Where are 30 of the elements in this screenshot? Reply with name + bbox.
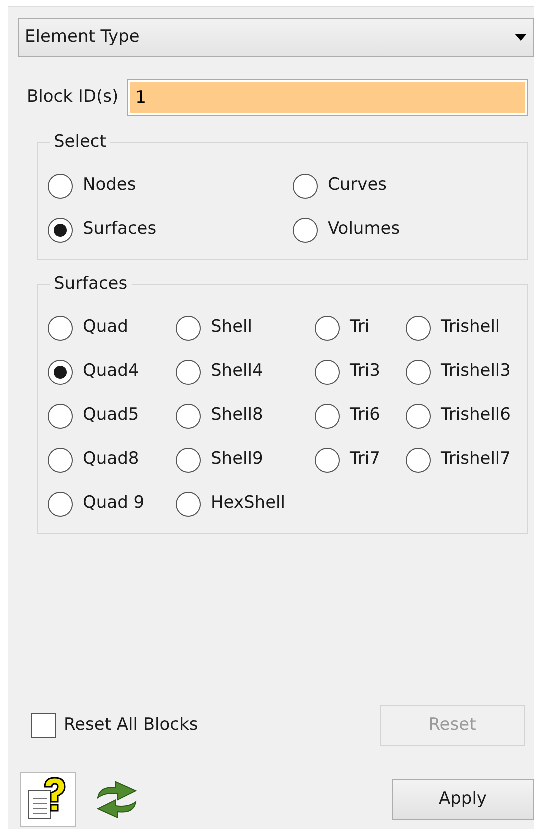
radio-option[interactable]: Tri [315,309,406,347]
field-label: Block ID(s) [27,86,119,109]
radio-option[interactable]: Quad [48,309,176,347]
element-type-dropdown[interactable]: Element Type [18,18,534,57]
radio-option[interactable]: Trishell3 [406,353,517,391]
radio-option[interactable]: Nodes [48,167,293,205]
radio-option[interactable]: Tri6 [315,397,406,435]
radio-option[interactable]: Trishell [406,309,517,347]
radio-option[interactable]: Shell9 [176,441,315,479]
reset-all-checkbox[interactable]: Reset All Blocks [31,712,198,738]
input-field[interactable]: 1 [126,79,528,116]
radio-option[interactable]: Quad5 [48,397,176,435]
radio-option[interactable]: Trishell7 [406,441,517,479]
help-button[interactable] [20,772,76,827]
radio-option[interactable]: Volumes [293,211,517,249]
radio-option[interactable]: Shell8 [176,397,315,435]
apply-button[interactable]: Apply [392,779,534,820]
radio-option[interactable]: Shell [176,309,315,347]
radio-option[interactable]: Quad4 [48,353,176,391]
refresh-icon[interactable] [96,780,138,820]
radio-option[interactable]: Trishell6 [406,397,517,435]
radio-option[interactable]: Surfaces [48,211,293,249]
radio-option[interactable]: HexShell [176,485,315,523]
radio-option[interactable]: Shell4 [176,353,315,391]
radio-option[interactable]: Tri3 [315,353,406,391]
caret-icon [515,34,527,41]
radio-option[interactable]: Curves [293,167,517,205]
radio-option[interactable]: Tri7 [315,441,406,479]
radio-option[interactable]: Quad 9 [48,485,176,523]
radio-option[interactable]: Quad8 [48,441,176,479]
